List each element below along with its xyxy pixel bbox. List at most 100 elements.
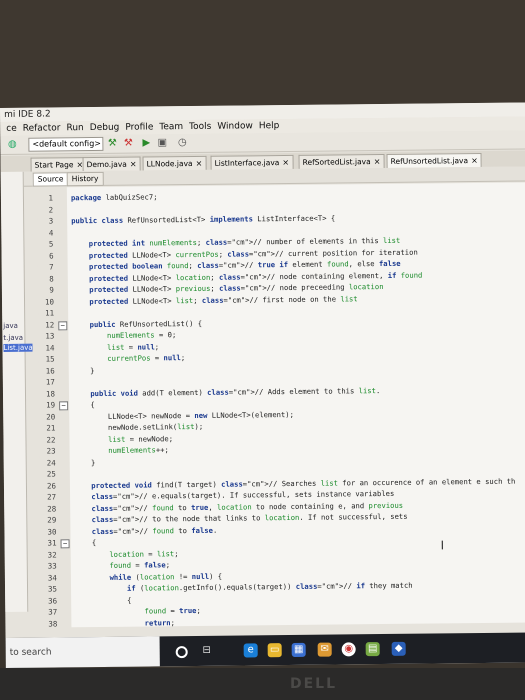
line-number: 12	[45, 319, 55, 330]
menu-item[interactable]: Refactor	[23, 123, 61, 133]
code-line: {	[74, 538, 97, 548]
close-icon[interactable]: ×	[374, 157, 381, 166]
line-number: 11	[45, 308, 55, 318]
menu-item[interactable]: Run	[66, 123, 83, 133]
menu-item[interactable]: Tools	[189, 122, 211, 132]
tab-refunsortedlist[interactable]: RefUnsortedList.java ×	[386, 152, 482, 168]
run-icon[interactable]: ▶	[140, 137, 152, 149]
code-line: class="cm">// found to true, location to…	[91, 500, 404, 513]
history-tab[interactable]: History	[66, 171, 104, 187]
close-icon[interactable]: ×	[282, 158, 289, 167]
close-icon[interactable]: ×	[130, 160, 137, 169]
line-number: 36	[48, 595, 58, 606]
store-icon[interactable]: ▦	[291, 642, 306, 657]
line-number: 19	[46, 400, 56, 410]
menu-item[interactable]: ce	[6, 124, 17, 134]
debug-icon[interactable]: ▣	[156, 137, 168, 149]
code-line: found = true;	[144, 605, 201, 616]
line-number: 22	[46, 434, 56, 445]
code-line: }	[73, 457, 96, 467]
taskbar: to search ⊟ e ▭ ▦ ✉ ◉ ▤ ◆	[5, 632, 525, 668]
code-editor[interactable]: I package labQuizSec7; public class RefUn…	[66, 182, 525, 628]
line-number: 27	[46, 492, 57, 502]
fold-toggle-icon[interactable]: −	[59, 401, 69, 411]
source-tab[interactable]: Source	[32, 172, 69, 187]
line-number: 26	[46, 480, 57, 491]
edge-icon[interactable]: e	[243, 643, 258, 658]
code-line: list = null;	[107, 341, 160, 352]
code-line: protected LLNode<T> list; class="cm">// …	[89, 293, 358, 306]
line-number: 35	[47, 584, 58, 594]
code-line: protected void find(T target) class="cm"…	[91, 476, 516, 490]
line-number: 28	[47, 503, 57, 514]
line-number: 9	[49, 285, 54, 295]
project-item[interactable]: java	[3, 322, 18, 330]
globe-icon[interactable]: ◍	[6, 139, 18, 151]
line-number: 30	[47, 526, 57, 537]
cortana-icon[interactable]	[175, 646, 188, 659]
line-number: 33	[47, 561, 57, 571]
task-view-icon[interactable]: ⊟	[200, 644, 214, 658]
project-item[interactable]: List.java	[3, 343, 33, 352]
fold-toggle-icon[interactable]: −	[58, 320, 68, 330]
close-icon[interactable]: ×	[471, 156, 478, 165]
line-number: 1	[48, 193, 53, 203]
menu-item[interactable]: Team	[159, 122, 183, 132]
code-line: protected LLNode<T> previous; class="cm"…	[89, 281, 384, 295]
hammer-icon[interactable]: ⚒	[106, 138, 118, 150]
config-select[interactable]: <default config>	[28, 136, 104, 152]
menu-item[interactable]: Profile	[125, 122, 153, 132]
fold-toggle-icon[interactable]: −	[60, 539, 70, 549]
tab-refsortedlist[interactable]: RefSortedList.java ×	[298, 153, 385, 169]
line-number: 16	[45, 365, 55, 376]
line-number: 25	[46, 469, 56, 479]
line-number: 10	[44, 296, 55, 307]
line-number: 5	[48, 239, 54, 249]
code-line: public void add(T element) class="cm">//…	[90, 385, 381, 398]
mail-icon[interactable]: ✉	[317, 642, 332, 657]
code-line: protected LLNode<T> location; class="cm"…	[89, 270, 423, 283]
menu-item[interactable]: Window	[217, 121, 253, 131]
tab-listinterface[interactable]: ListInterface.java ×	[210, 154, 294, 170]
code-line: class="cm">// e.equals(target). If succe…	[91, 488, 395, 502]
line-number: 34	[47, 572, 57, 583]
menu-item[interactable]: Debug	[90, 123, 120, 133]
code-line: currentPos = null;	[107, 353, 186, 363]
code-line: LLNode<T> newNode = new LLNode<T>(elemen…	[73, 409, 294, 421]
line-number: 6	[48, 250, 54, 260]
line-number: 29	[47, 515, 57, 525]
project-pane: java t.java List.java	[0, 171, 33, 612]
line-number: 15	[45, 354, 55, 364]
file-explorer-icon[interactable]: ▭	[267, 643, 282, 658]
tab-start-page[interactable]: Start Page ×	[30, 157, 88, 172]
line-number: 37	[48, 607, 58, 617]
text-cursor-icon: I	[440, 538, 445, 553]
code-line: return;	[144, 617, 175, 628]
chrome-icon[interactable]: ◉	[341, 642, 356, 657]
line-number: 23	[46, 446, 56, 456]
profile-icon[interactable]: ◷	[176, 137, 188, 149]
close-icon[interactable]: ×	[196, 159, 203, 168]
tab-llnode[interactable]: LLNode.java ×	[142, 155, 207, 171]
clean-build-icon[interactable]: ⚒	[122, 138, 134, 150]
app-icon[interactable]: ▤	[365, 642, 380, 657]
line-number: 17	[45, 377, 55, 387]
code-line: class="cm">// to the node that links to …	[91, 511, 408, 525]
line-number-gutter: 1 2 3 4 5 6 7 8 9 10 11 12 13 14 15 16 17 18 19 20 21 22 23 24 2…	[36, 187, 60, 628]
code-line: class="cm">// found to false.	[91, 525, 218, 536]
project-item[interactable]: t.java	[3, 334, 23, 342]
java-ide-icon[interactable]: ◆	[391, 641, 406, 656]
menu-item[interactable]: Help	[259, 121, 280, 131]
taskbar-search[interactable]: to search	[5, 636, 160, 668]
line-number: 21	[46, 423, 56, 433]
tab-demo[interactable]: Demo.java ×	[82, 156, 141, 172]
code-line: numElements = 0;	[106, 330, 177, 340]
line-number: 3	[48, 216, 54, 226]
line-number: 7	[49, 262, 54, 272]
brand-logo: DELL	[290, 676, 338, 692]
code-line: package labQuizSec7;	[70, 192, 158, 203]
line-number: 18	[45, 388, 56, 399]
code-line: while (location != null) {	[109, 571, 223, 582]
code-line: found = false;	[109, 560, 171, 570]
ide-screen: mi IDE 8.2 ce Refactor Run Debug Profile Team…	[0, 102, 525, 668]
